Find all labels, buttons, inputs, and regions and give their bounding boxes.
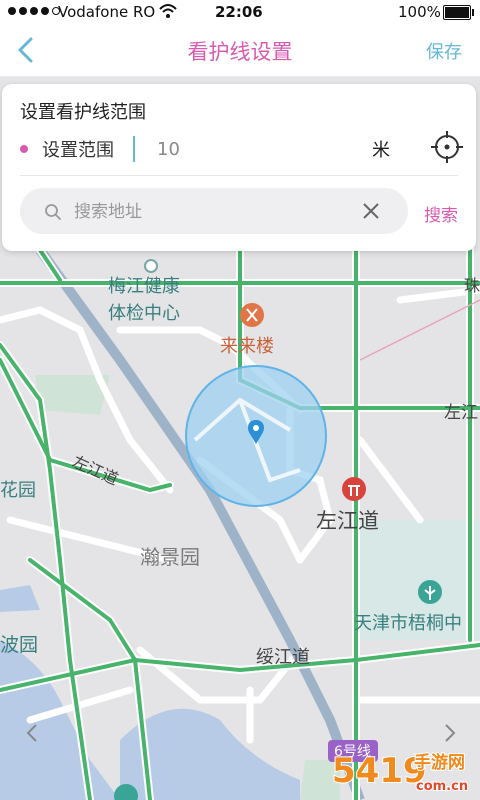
map-label-boyuan: 波园 [0,634,39,656]
svg-text:com.cn: com.cn [416,779,468,794]
signal-icon [8,7,60,15]
battery-icon [443,5,474,20]
map-label-restaurant: 来来楼 [220,336,274,357]
watermark-logo: 5419 手游网 com.cn [331,750,469,795]
svg-text:5419: 5419 [332,751,427,791]
page-title: 看护线设置 [187,40,293,64]
map-label-meijiang: 梅江健康 [108,276,180,297]
save-button[interactable]: 保存 [426,38,462,64]
map-label-edge: 珠 [464,276,480,295]
search-button[interactable]: 搜索 [424,201,458,226]
map-label-tianjin: 天津市梧桐中 [354,613,462,634]
range-settings-card: 设置看护线范围 设置范围 米 搜索 [2,84,476,251]
range-input[interactable] [133,136,309,162]
navigation-bar: 看护线设置 保存 [0,24,480,77]
carrier-name: Vodafone RO [58,3,156,21]
search-icon [45,204,61,220]
map-label-health-center: 体检中心 [108,303,180,324]
clear-icon[interactable] [362,202,380,220]
map-label-suijiang: 绥江道 [256,647,310,668]
divider [20,175,458,176]
wifi-icon [159,4,177,18]
map-label-zuojiang-main: 左江道 [316,509,379,533]
range-unit: 米 [372,140,390,161]
battery-percent: 100% [398,3,441,21]
metro-icon [342,477,366,501]
poi-dot-icon [144,259,158,273]
svg-text:手游网: 手游网 [414,752,465,773]
status-time: 22:06 [215,3,263,21]
search-input[interactable] [72,198,346,226]
map-label-hanjing: 瀚景园 [140,545,200,569]
map-label-zuojiang-right: 左江 [444,403,478,423]
status-bar: Vodafone RO 22:06 100% [0,0,480,24]
range-label: 设置范围 [42,140,114,161]
map-label-huayuan: 花园 [0,480,36,501]
locate-crosshair-icon[interactable] [430,130,464,164]
bullet-dot-icon [20,145,28,153]
card-title: 设置看护线范围 [20,102,146,123]
search-box[interactable] [20,188,408,234]
